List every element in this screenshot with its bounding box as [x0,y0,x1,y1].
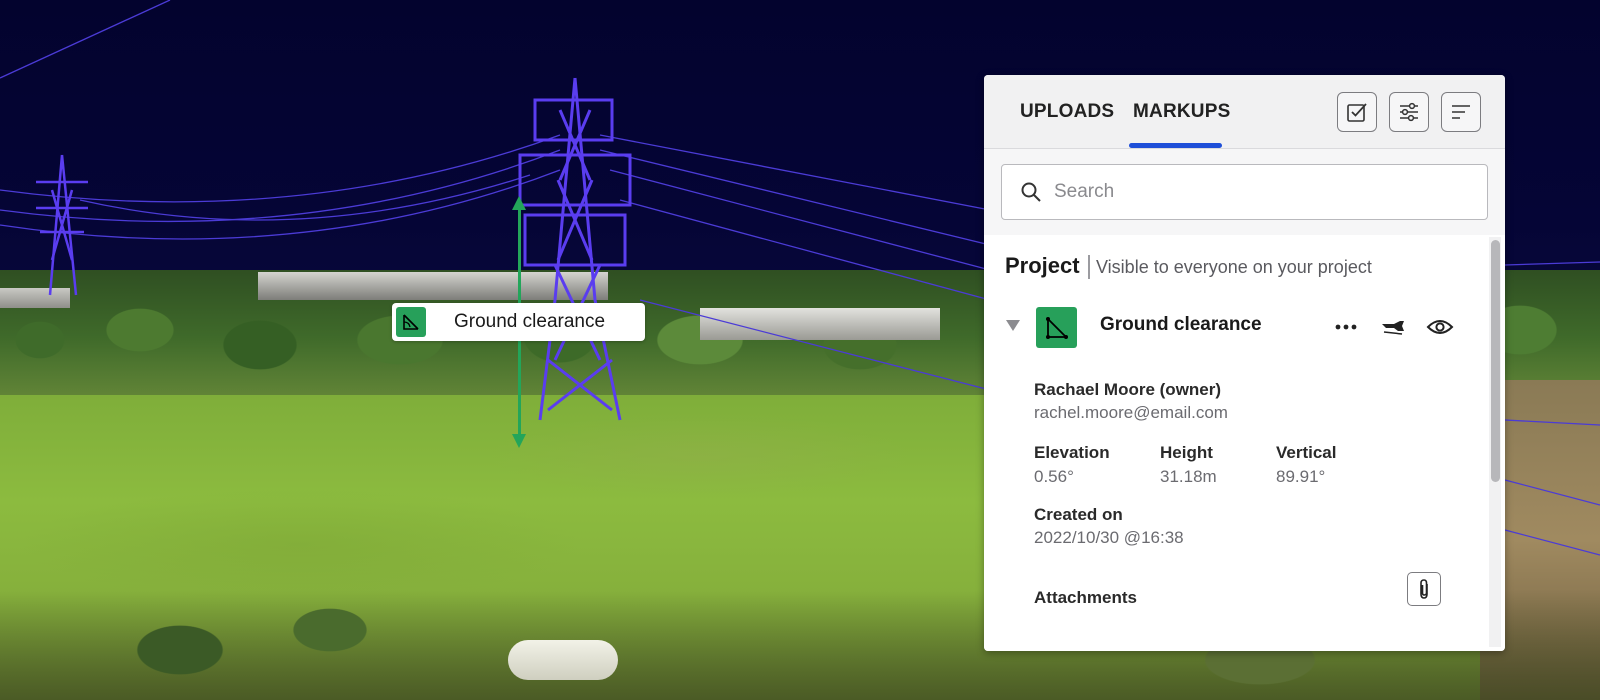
tab-markups[interactable]: MARKUPS [1133,101,1230,123]
scene-markup-label[interactable]: Ground clearance [392,303,645,341]
elevation-value: 0.56° [1034,467,1074,486]
section-subtitle: Visible to everyone on your project [1096,257,1372,277]
height-label: Height [1160,443,1213,462]
owner-name: Rachael Moore (owner) [1034,380,1222,399]
elevation-label: Elevation [1034,443,1110,462]
pylon-main [518,77,632,421]
owner-email: rachel.moore@email.com [1034,403,1228,422]
created-on-label: Created on [1034,505,1123,524]
more-options-button[interactable] [1331,315,1361,339]
active-tab-indicator [1129,143,1222,148]
attachments-label: Attachments [1034,588,1137,607]
select-markups-button[interactable] [1337,92,1377,132]
search-input[interactable] [1054,181,1454,203]
paperclip-icon [1420,579,1428,599]
fly-to-button[interactable] [1378,315,1408,339]
vertical-value: 89.91° [1276,467,1326,486]
section-divider [1088,255,1090,279]
created-on-value: 2022/10/30 @16:38 [1034,528,1184,547]
angle-measure-icon [396,307,426,337]
measure-arrow-bottom-icon [512,434,526,448]
panel-header: UPLOADS MARKUPS [984,75,1505,149]
add-attachment-button[interactable] [1407,572,1441,606]
tab-uploads[interactable]: UPLOADS [1020,101,1114,123]
collapse-caret-icon[interactable] [1006,320,1020,331]
scene-label-text: Ground clearance [454,311,606,332]
angle-measure-icon [1036,307,1077,348]
filter-button[interactable] [1389,92,1429,132]
scrollbar-thumb[interactable] [1491,240,1500,482]
checkbox-icon [1347,103,1367,122]
sort-button[interactable] [1441,92,1481,132]
fly-to-icon [1382,321,1404,335]
eye-icon [1426,320,1454,334]
section-title: Project [1005,253,1080,278]
search-box[interactable] [1001,164,1488,220]
markups-panel: UPLOADS MARKUPS Search Project Visible t… [984,75,1505,651]
height-value: 31.18m [1160,467,1217,486]
more-icon [1335,324,1357,330]
search-icon [1021,182,1041,202]
markup-title[interactable]: Ground clearance [1100,314,1262,336]
sort-lines-icon [1452,105,1470,119]
sliders-icon [1400,102,1418,122]
pylon-left [36,154,88,296]
visibility-toggle-button[interactable] [1425,315,1455,339]
vertical-label: Vertical [1276,443,1337,462]
measure-arrow-top-icon [512,196,526,210]
